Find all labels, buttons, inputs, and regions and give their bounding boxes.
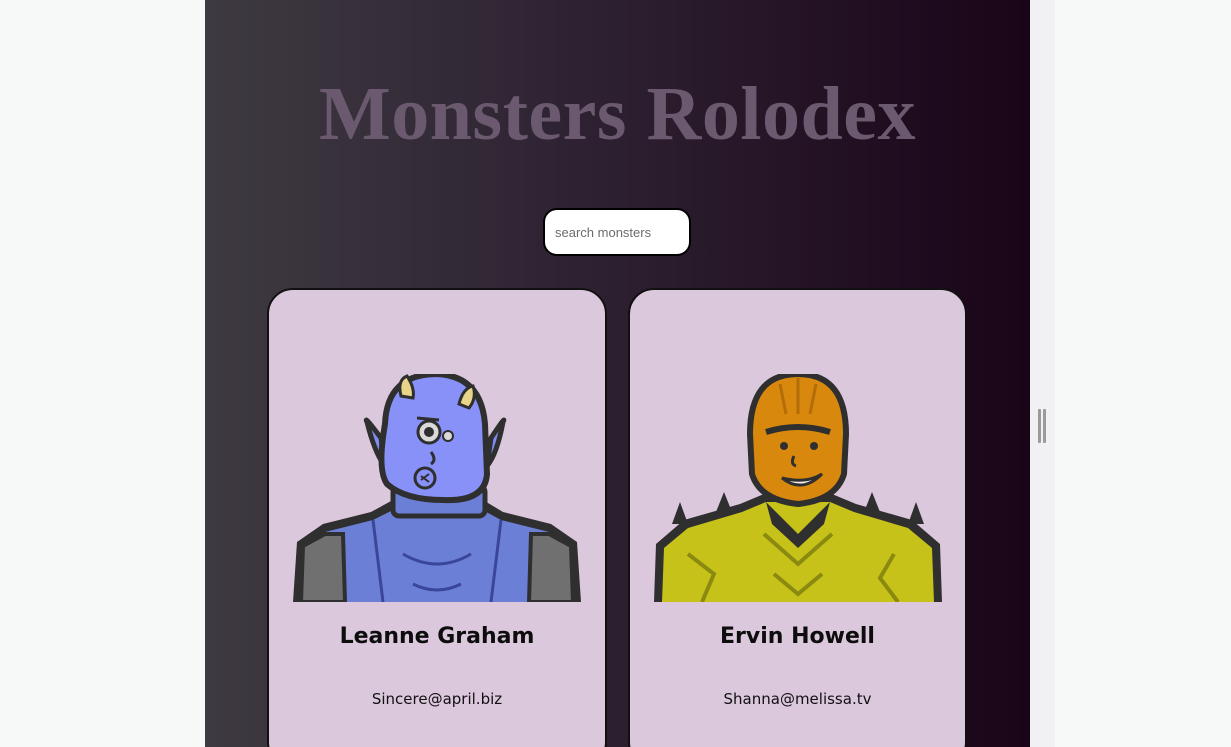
monster-email: Shanna@melissa.tv	[723, 690, 872, 708]
monster-card[interactable]: Ervin Howell Shanna@melissa.tv	[628, 288, 967, 747]
page-title: Monsters Rolodex	[319, 72, 916, 156]
right-gutter	[1030, 0, 1055, 747]
monster-name: Ervin Howell	[720, 624, 875, 649]
monster-email: Sincere@april.biz	[371, 690, 503, 708]
search-input[interactable]	[543, 208, 691, 256]
monster-name: Leanne Graham	[339, 624, 535, 649]
yellow-armored-monster-icon	[654, 374, 942, 602]
app-container: Monsters Rolodex search monsters Leanne …	[205, 0, 1030, 747]
resize-handle-icon[interactable]	[1038, 409, 1046, 443]
monster-card[interactable]: Leanne Graham Sincere@april.biz	[267, 288, 607, 747]
blue-horned-monster-icon	[293, 374, 581, 602]
